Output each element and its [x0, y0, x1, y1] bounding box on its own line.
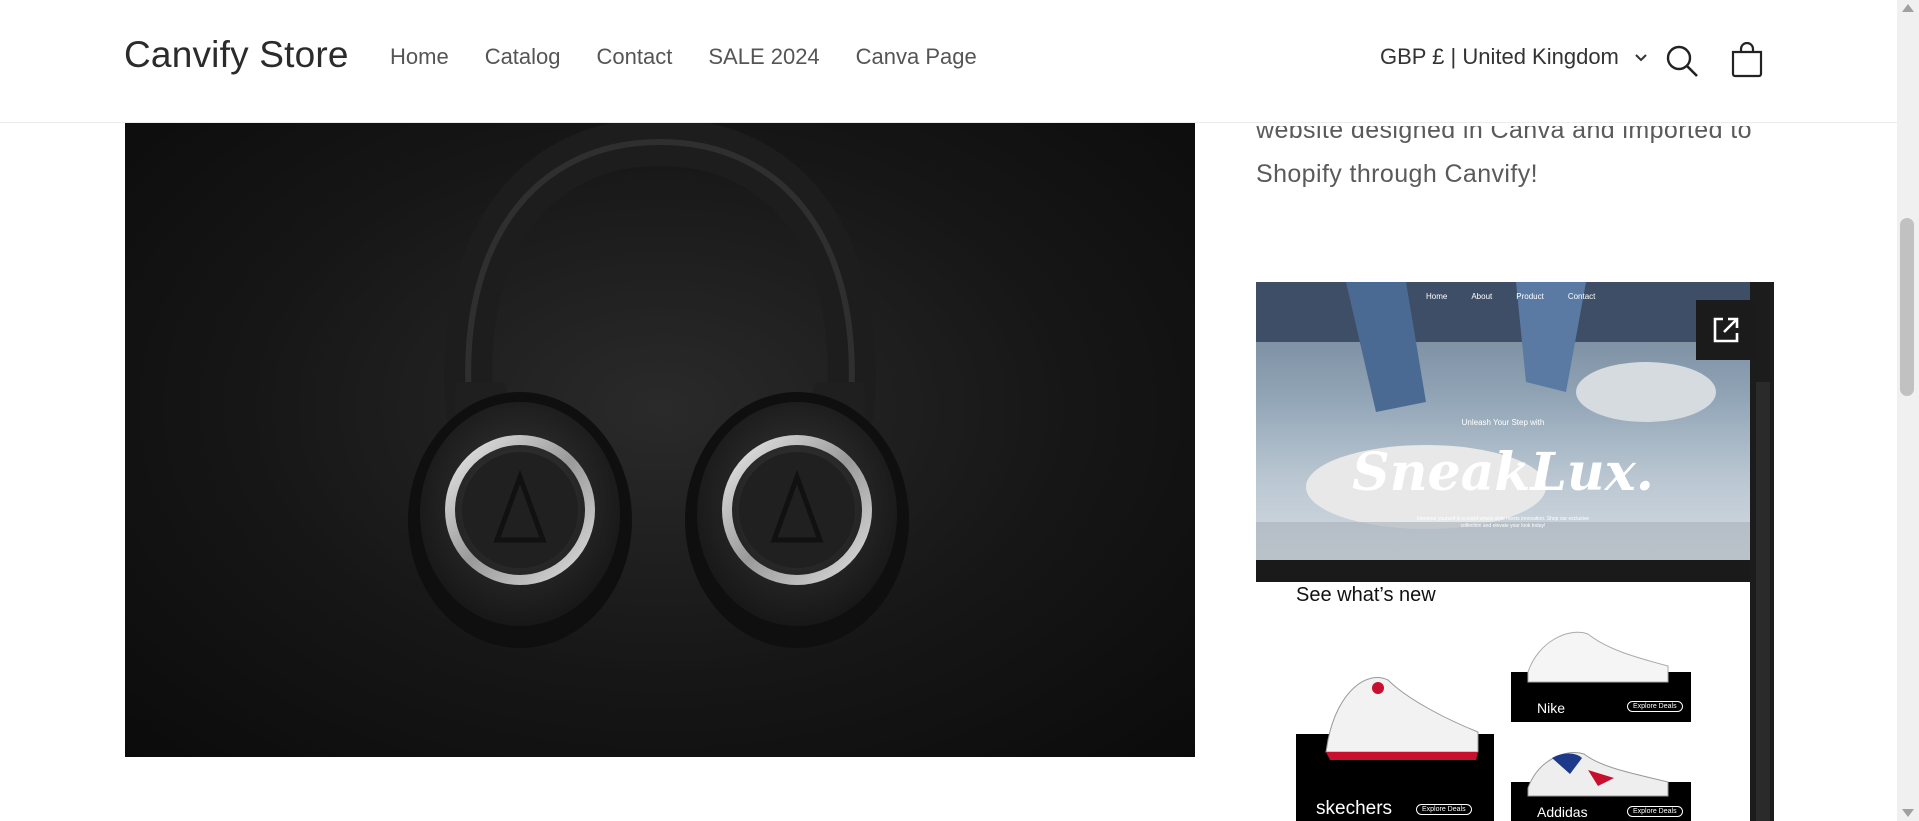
description-line-2: Shopify through Canvify!	[1256, 160, 1538, 188]
site-header: Canvify Store Home Catalog Contact SALE …	[0, 0, 1897, 123]
embed-hero: Home About Product Contact Unleash Your …	[1256, 282, 1750, 560]
page-scrollbar[interactable]	[1897, 0, 1919, 821]
embed-scrollbar[interactable]	[1756, 382, 1770, 821]
currency-label: GBP £ | United Kingdom	[1380, 44, 1619, 69]
card-nike-name: Nike	[1537, 700, 1566, 716]
card-skechers-cta[interactable]: Explore Deals	[1416, 804, 1472, 815]
embed-tagline: Unleash Your Step with	[1461, 418, 1545, 427]
embed-nav-product[interactable]: Product	[1516, 292, 1544, 301]
product-image-headphones[interactable]	[125, 122, 1195, 757]
cart-icon[interactable]	[1729, 42, 1765, 78]
scrollbar-thumb[interactable]	[1900, 218, 1914, 396]
canva-embed[interactable]: Home About Product Contact Unleash Your …	[1256, 282, 1774, 821]
shoe-nike-image	[1527, 631, 1669, 683]
shoe-skechers-image	[1325, 677, 1479, 760]
store-logo[interactable]: Canvify Store	[124, 34, 349, 76]
currency-selector[interactable]: GBP £ | United Kingdom	[1380, 44, 1649, 70]
nav-sale-2024[interactable]: SALE 2024	[708, 44, 819, 70]
embed-subtext: Immerse yourself in a world where style …	[1416, 516, 1590, 529]
card-addidas-cta[interactable]: Explore Deals	[1627, 806, 1683, 817]
shoe-addidas-image	[1527, 752, 1669, 797]
nav-canva-page[interactable]: Canva Page	[856, 44, 977, 70]
scroll-up-arrow-icon[interactable]	[1902, 4, 1914, 12]
main-nav: Home Catalog Contact SALE 2024 Canva Pag…	[390, 44, 1013, 70]
embed-nav-about[interactable]: About	[1471, 292, 1492, 301]
section-title: See what’s new	[1296, 584, 1436, 606]
nav-home[interactable]: Home	[390, 44, 449, 70]
embed-nav-home[interactable]: Home	[1426, 292, 1447, 301]
card-addidas-name: Addidas	[1537, 804, 1588, 820]
headphones-image	[408, 122, 909, 648]
embed-nav: Home About Product Contact	[1426, 292, 1595, 301]
embed-nav-contact[interactable]: Contact	[1568, 292, 1596, 301]
nav-catalog[interactable]: Catalog	[485, 44, 561, 70]
card-skechers-name: skechers	[1316, 798, 1393, 819]
card-nike-cta[interactable]: Explore Deals	[1627, 701, 1683, 712]
search-icon[interactable]	[1665, 44, 1699, 78]
chevron-down-icon	[1635, 54, 1647, 62]
scroll-down-arrow-icon[interactable]	[1902, 809, 1914, 817]
embed-brand: SneakLux.	[1352, 442, 1654, 503]
embed-divider	[1256, 560, 1750, 582]
open-external-icon[interactable]	[1696, 300, 1756, 360]
nav-contact[interactable]: Contact	[597, 44, 673, 70]
